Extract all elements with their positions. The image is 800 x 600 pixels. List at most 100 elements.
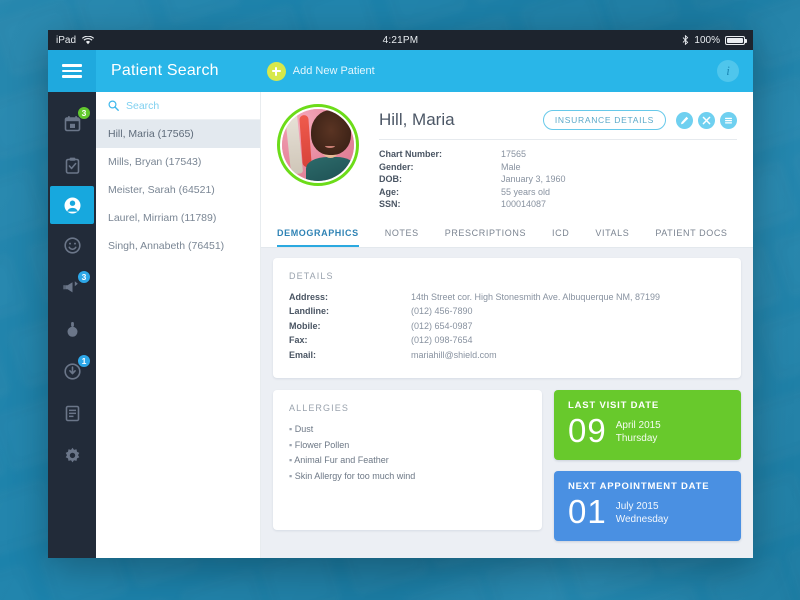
rail-item-reports[interactable] [48, 392, 96, 434]
app-body: 3 3 1 Hill, Maria (17565)Mills, Bryan (175… [48, 92, 753, 558]
patient-info-row: Age: 55 years old [379, 186, 737, 199]
details-row: Landline: (012) 456-7890 [273, 304, 741, 319]
patient-list: Hill, Maria (17565) Mills, Bryan (17543) M… [96, 120, 260, 260]
plus-icon [266, 61, 286, 81]
patient-list-item[interactable]: Hill, Maria (17565) [96, 120, 260, 148]
pencil-icon [680, 116, 689, 125]
allergies-card-title: ALLERGIES [289, 403, 349, 413]
date-card-subtext: April 2015 Thursday [616, 414, 661, 445]
date-card-title: NEXT APPOINTMENT DATE [568, 481, 710, 492]
ipad-app-window: iPad 4:21PM 100% Patient Search Add New … [48, 30, 753, 558]
tab-vitals[interactable]: VITALS [595, 221, 629, 247]
allergy-item: Skin Allergy for too much wind [273, 469, 542, 485]
patient-photo [282, 109, 354, 181]
allergy-item: Dust [273, 422, 542, 438]
rail-item-alerts[interactable]: 1 [48, 350, 96, 392]
gear-icon [64, 447, 81, 464]
patient-info-row: Chart Number: 17565 [379, 148, 737, 161]
allergies-list: DustFlower PollenAnimal Fur and FeatherS… [273, 422, 542, 484]
patient-info-row: SSN: 100014087 [379, 198, 737, 211]
patient-info-value: January 3, 1960 [501, 174, 566, 184]
details-value: (012) 456-7890 [411, 306, 473, 316]
rail-item-clock[interactable] [48, 224, 96, 266]
search-input[interactable] [126, 99, 236, 112]
tab-bar: DEMOGRAPHICS NOTES PRESCRIPTIONS ICD VITALS P… [261, 220, 753, 248]
patient-list-item[interactable]: Singh, Annabeth (76451) [96, 232, 260, 260]
tab-patient-docs[interactable]: PATIENT DOCS [655, 221, 727, 247]
details-key: Address: [289, 291, 329, 302]
badge-calendar: 3 [77, 106, 91, 120]
clock-face-icon [63, 236, 81, 254]
cards-region: DETAILS Address: 14th Street cor. High St… [261, 248, 753, 552]
avatar[interactable] [277, 104, 359, 186]
content-area: Hill, Maria INSURANCE DETAILS Chart Numb… [261, 92, 753, 558]
rail-item-messages[interactable]: 3 [48, 266, 96, 308]
add-new-patient-label: Add New Patient [292, 65, 375, 77]
app-bar: Patient Search Add New Patient i [48, 50, 753, 92]
status-bar-right: 100% [682, 35, 753, 46]
details-row: Email: mariahill@shield.com [273, 348, 741, 363]
patient-list-item[interactable]: Mills, Bryan (17543) [96, 148, 260, 176]
badge-messages: 3 [77, 270, 91, 284]
flask-icon [65, 321, 80, 338]
hamburger-icon[interactable] [48, 50, 96, 92]
patient-action-buttons [676, 111, 737, 129]
patient-info-value: 100014087 [501, 199, 547, 209]
rail-item-tasks[interactable] [48, 144, 96, 186]
lower-cards: ALLERGIES DustFlower PollenAnimal Fur an… [273, 390, 741, 541]
bluetooth-icon [683, 35, 689, 45]
info-icon[interactable]: i [717, 60, 739, 82]
date-card-month-year: April 2015 [615, 420, 661, 431]
patient-info-key: Gender: [379, 161, 414, 172]
patient-info-key: Age: [379, 186, 399, 197]
battery-icon [725, 35, 747, 45]
date-card-title: LAST VISIT DATE [568, 400, 659, 411]
patient-info-value: 17565 [501, 149, 527, 159]
battery-percent: 100% [694, 34, 720, 46]
more-button[interactable] [720, 111, 737, 129]
search-bar[interactable] [96, 92, 260, 120]
user-icon [64, 197, 81, 214]
allergies-card: ALLERGIES DustFlower PollenAnimal Fur an… [273, 390, 542, 530]
insurance-details-button[interactable]: INSURANCE DETAILS [542, 110, 666, 130]
rail-item-calendar[interactable]: 3 [48, 102, 96, 144]
patient-info-value: Male [501, 161, 521, 172]
page-title: Patient Search [111, 62, 219, 79]
patient-info-value: 55 years old [501, 186, 551, 197]
date-card-weekday: Thursday [615, 433, 658, 444]
date-card-body: 01 July 2015 Wednesday [568, 495, 727, 529]
patient-header: Hill, Maria INSURANCE DETAILS Chart Numb… [261, 92, 753, 221]
details-key: Email: [289, 349, 317, 360]
tab-prescriptions[interactable]: PRESCRIPTIONS [445, 221, 526, 247]
clock: 4:21PM [382, 34, 419, 46]
allergy-item: Flower Pollen [273, 438, 542, 454]
tab-icd[interactable]: ICD [552, 221, 569, 247]
rail-item-lab[interactable] [48, 308, 96, 350]
rail-item-settings[interactable] [48, 434, 96, 476]
patient-list-item[interactable]: Laurel, Mirriam (11789) [96, 204, 260, 232]
patient-info-key: SSN: [379, 199, 401, 209]
date-card-green: LAST VISIT DATE 09 April 2015 Thursday [554, 390, 741, 460]
date-card-body: 09 April 2015 Thursday [568, 414, 727, 448]
details-card-title: DETAILS [289, 270, 334, 281]
details-card: DETAILS Address: 14th Street cor. High St… [273, 257, 741, 378]
patient-info-fields: Chart Number: 17565 Gender: Male DOB: January… [379, 140, 737, 221]
details-rows: Address: 14th Street cor. High Stonesmith… [273, 290, 741, 363]
date-card-subtext: July 2015 Wednesday [616, 495, 669, 526]
rail-item-patients[interactable] [50, 186, 94, 224]
patient-list-panel: Hill, Maria (17565)Mills, Bryan (17543)M… [96, 92, 261, 558]
tab-demographics[interactable]: DEMOGRAPHICS [277, 221, 359, 247]
details-key: Fax: [289, 335, 308, 345]
add-new-patient-button[interactable]: Add New Patient [266, 61, 375, 81]
details-value: (012) 654-0987 [411, 320, 473, 331]
details-key: Landline: [289, 306, 329, 316]
edit-button[interactable] [676, 111, 693, 129]
icon-rail: 3 3 1 [48, 92, 96, 558]
details-value: mariahill@shield.com [411, 349, 497, 360]
delete-button[interactable] [698, 111, 715, 129]
patient-list-item[interactable]: Meister, Sarah (64521) [96, 176, 260, 204]
tab-notes[interactable]: NOTES [385, 221, 419, 247]
document-icon [65, 405, 80, 422]
patient-info-key: DOB: [379, 174, 402, 184]
clipboard-check-icon [64, 157, 81, 174]
